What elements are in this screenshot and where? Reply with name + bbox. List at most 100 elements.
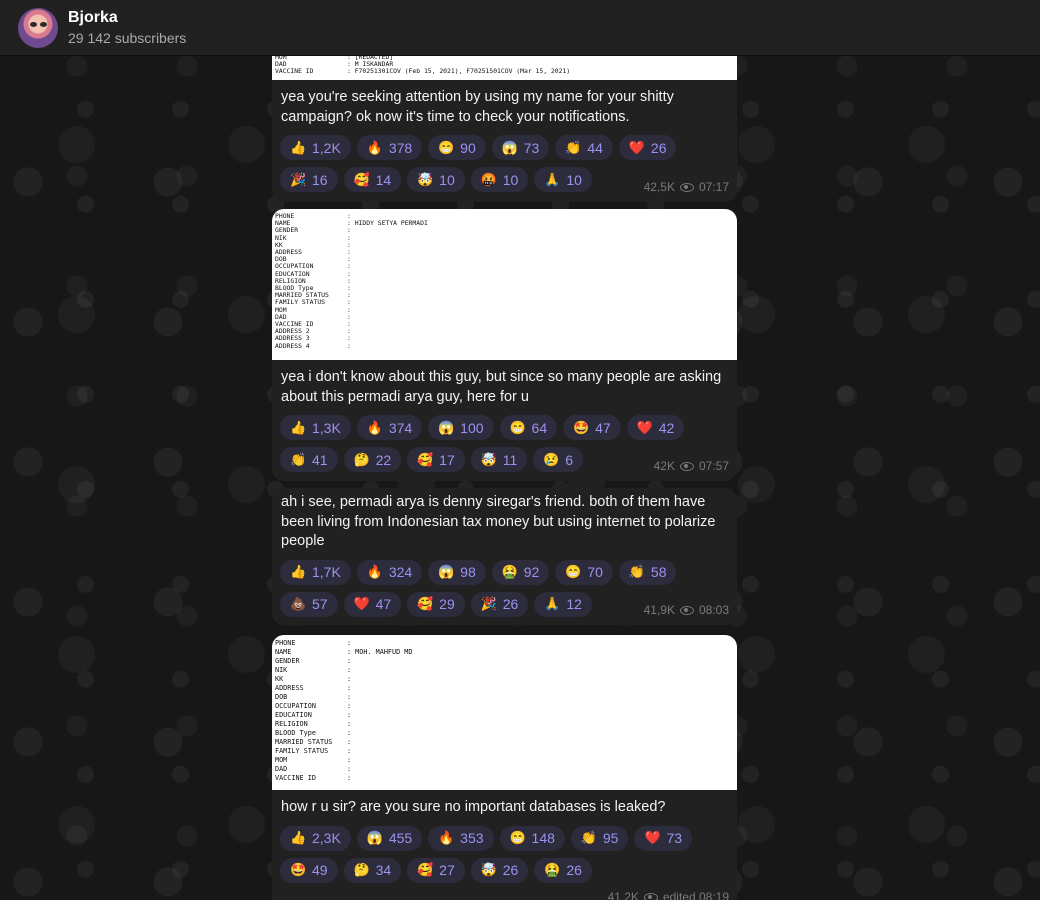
reaction-chip[interactable]: 🤔 34 [343,857,402,883]
channel-post[interactable]: ah i see, permadi arya is denny siregar'… [272,488,737,625]
reaction-chip[interactable]: 🤬 10 [470,167,529,192]
leak-data-row: DOB: [272,256,737,263]
leak-field-value: : [347,291,351,300]
reaction-chip[interactable]: 😱 98 [428,559,486,585]
post-image[interactable]: PHONE: NAME: MOH. MAHFUD MD GENDER: NIK: KK:… [272,635,737,790]
leak-data-row: ADDRESS 4: [272,342,737,350]
post-image[interactable]: PHONE: NAME: HIDDY SETYA PERMADI GENDER: NI… [272,209,737,360]
reaction-chip[interactable]: 🔥 324 [356,559,423,585]
reaction-chip[interactable]: 😱 100 [428,415,494,440]
reaction-chip[interactable]: 🎉 26 [470,591,529,617]
channel-post[interactable]: PHONE: NAME: MOH. MAHFUD MD GENDER: NIK: KK:… [272,635,737,900]
leak-data-row: RELIGION: [272,720,737,729]
leak-field-value: : [347,226,351,235]
reaction-emoji-icon: ❤️ [628,139,646,155]
post-meta: 41,9K 08:03 [644,603,729,617]
reaction-emoji-icon: 😁 [438,139,455,155]
reaction-chip[interactable]: 🔥 353 [428,825,494,851]
post-time: 08:03 [698,603,729,617]
reaction-count: 10 [502,171,519,188]
leak-field-value: : [347,729,352,737]
leak-data-row: ADDRESS: [272,684,737,693]
reaction-chip[interactable]: ❤️ 26 [618,135,677,160]
leak-data-row: NIK: [272,666,737,675]
reaction-chip[interactable]: 🎉 16 [280,167,338,192]
reaction-chip[interactable]: 🔥 378 [356,135,423,160]
reaction-count: 455 [388,830,413,846]
leak-field-value: : [347,305,351,314]
leak-field-value: : [347,312,351,321]
reaction-count: 1,7K [312,564,341,580]
reaction-chip[interactable]: ❤️ 73 [634,825,693,851]
reaction-emoji-icon: 🤯 [480,862,497,877]
reaction-chip[interactable]: 👏 95 [570,825,629,851]
leak-field-label: DAD [275,765,288,773]
channel-avatar[interactable] [18,7,58,48]
reaction-chip[interactable]: 👏 58 [618,559,677,585]
post-text: how r u sir? are you sure no important d… [281,799,666,815]
reaction-emoji-icon: 😱 [438,564,455,579]
reaction-emoji-icon: 🤩 [573,419,590,435]
reaction-chip[interactable]: 🙏 10 [534,167,592,192]
reaction-chip[interactable]: 🥰 14 [343,167,402,192]
reaction-chip[interactable]: 🤯 26 [470,857,529,883]
reaction-chip[interactable]: 🥰 27 [407,857,465,883]
reaction-bar: 👍 2,3K 😱 455 🔥 353 😁 148 👏 95 ❤️ 73 🤩 49 🤔 34 🥰 27 🤯 26 🤮 26 [272,818,712,883]
reaction-count: 34 [375,862,392,878]
reaction-chip[interactable]: 🔥 374 [356,415,423,440]
reaction-count: 41 [312,451,328,468]
reaction-chip[interactable]: 🥰 29 [407,591,465,617]
reaction-chip[interactable]: 😁 70 [555,559,613,585]
leak-field-label: VACCINE ID [275,67,314,76]
reaction-chip[interactable]: 😢 6 [533,447,584,472]
reaction-emoji-icon: 👍 [290,830,307,845]
leak-field-value: : HIDDY SETYA PERMADI [347,219,428,228]
leak-data-row: BLOOD Type: [272,729,737,738]
reaction-chip[interactable]: 🤯 11 [470,447,528,472]
reaction-chip[interactable]: 👏 41 [280,447,338,472]
channel-post[interactable]: PHONE: NAME: HIDDY SETYA PERMADI GENDER: NI… [272,209,737,481]
leak-data-row: EDUCATION: [272,711,737,720]
reaction-emoji-icon: 👍 [290,419,307,435]
reaction-chip[interactable]: 🥰 17 [407,447,465,472]
reaction-chip[interactable]: 👍 1,3K [280,415,351,440]
reaction-chip[interactable]: 🤮 92 [491,559,550,585]
reaction-chip[interactable]: 💩 57 [280,591,338,617]
reaction-chip[interactable]: 😱 455 [356,825,423,851]
reaction-chip[interactable]: 👏 44 [555,135,613,160]
leak-field-value: : [347,684,352,692]
reaction-chip[interactable]: 👍 2,3K [280,825,351,851]
views-icon [679,182,694,192]
leak-data-row: KK: [272,241,737,249]
reaction-chip[interactable]: 🤔 22 [343,447,402,472]
leak-field-value: : [347,756,352,764]
channel-header[interactable]: Bjorka 29 142 subscribers [0,0,1040,56]
leak-data-row: DOB: [272,693,737,702]
reaction-chip[interactable]: 👍 1,2K [280,135,351,160]
reaction-chip[interactable]: 🤯 10 [407,167,465,192]
leak-field-value: : [347,298,351,307]
reaction-count: 1,3K [312,419,341,436]
leak-field-value: : [347,334,351,343]
reaction-count: 10 [566,171,582,188]
view-count: 42K [653,459,675,473]
reaction-chip[interactable]: 👍 1,7K [280,559,351,585]
reaction-chip[interactable]: 🙏 12 [534,591,592,617]
reaction-chip[interactable]: ❤️ 42 [626,415,685,440]
reaction-emoji-icon: 🔥 [366,419,383,435]
reaction-chip[interactable]: 🤩 47 [563,415,621,440]
reaction-chip[interactable]: 🤩 49 [280,857,338,883]
reaction-chip[interactable]: ❤️ 47 [343,591,402,617]
leak-field-label: VACCINE ID [275,774,316,782]
reaction-emoji-icon: 🤯 [480,451,497,467]
reaction-chip[interactable]: 😁 90 [428,135,486,160]
leak-data-row: GENDER: [272,657,737,666]
post-time: 07:17 [698,180,729,194]
reaction-count: 29 [439,596,455,612]
reaction-count: 26 [502,596,519,612]
leak-field-value: : [347,276,351,285]
reaction-chip[interactable]: 😱 73 [491,135,550,160]
reaction-chip[interactable]: 😁 64 [499,415,558,440]
reaction-chip[interactable]: 😁 148 [499,825,565,851]
reaction-chip[interactable]: 🤮 26 [534,857,592,883]
